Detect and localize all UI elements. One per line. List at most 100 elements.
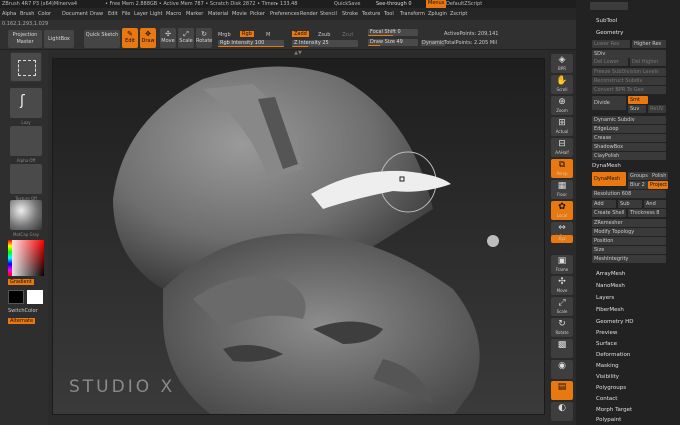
- divide-button[interactable]: Divide: [592, 96, 626, 110]
- color-picker-square[interactable]: [8, 240, 44, 276]
- polygroups-header[interactable]: Polygroups: [596, 385, 626, 391]
- size-header[interactable]: Size: [592, 246, 666, 254]
- menu-render[interactable]: Render: [300, 11, 318, 17]
- deformation-header[interactable]: Deformation: [596, 352, 630, 358]
- default-zscript-button[interactable]: DefaultZScript: [446, 1, 482, 7]
- menu-material[interactable]: Material: [208, 11, 228, 17]
- dock-floor[interactable]: ▦ Floor: [551, 180, 573, 199]
- subtool-header[interactable]: SubTool: [596, 18, 617, 24]
- modify-topology-header[interactable]: Modify Topology: [592, 228, 666, 236]
- stroke-slot[interactable]: ʃ Lazy: [10, 88, 42, 125]
- brush-slot[interactable]: [10, 52, 42, 82]
- move-button[interactable]: ✣ Move: [160, 28, 176, 48]
- projection-master-button[interactable]: Projection Master: [8, 30, 42, 48]
- zcut-button[interactable]: Zcut: [342, 32, 353, 38]
- preview-header[interactable]: Preview: [596, 330, 617, 336]
- resolution-slider[interactable]: Resolution 608: [592, 190, 666, 198]
- smt-toggle[interactable]: Smt: [628, 96, 648, 104]
- edit-button[interactable]: ✎ Edit: [122, 28, 138, 48]
- dynamesh-header[interactable]: DynaMesh: [592, 163, 621, 169]
- dock-frame[interactable]: ▣ Frame: [551, 255, 573, 274]
- masking-header[interactable]: Masking: [596, 363, 619, 369]
- geometry-hd-header[interactable]: Geometry HD: [596, 319, 634, 325]
- create-shell-button[interactable]: Create Shell: [592, 209, 626, 217]
- quicksave-button[interactable]: QuickSave: [334, 1, 360, 7]
- rgb-button[interactable]: Rgb: [240, 31, 254, 37]
- switch-color-button[interactable]: SwitchColor: [8, 308, 38, 314]
- material-slot[interactable]: MatCap Gray: [10, 200, 42, 237]
- dock-transp[interactable]: ▤: [551, 381, 573, 400]
- claypolish-header[interactable]: ClayPolish: [592, 152, 666, 160]
- reuv-button[interactable]: ReUV: [648, 105, 666, 113]
- menu-movie[interactable]: Movie: [232, 11, 247, 17]
- groups-toggle[interactable]: Groups: [628, 172, 650, 180]
- dock-local[interactable]: ✿ Local: [551, 201, 573, 220]
- dock-aahalf[interactable]: ⊟ AAHalf: [551, 138, 573, 157]
- edgeloop-header[interactable]: EdgeLoop: [592, 125, 666, 133]
- menu-zplugin[interactable]: Zplugin: [428, 11, 447, 17]
- alpha-slot[interactable]: Alpha Off: [10, 126, 42, 163]
- zsub-button[interactable]: Zsub: [318, 32, 330, 38]
- crease-header[interactable]: Crease: [592, 134, 666, 142]
- menu-tool[interactable]: Tool: [384, 11, 394, 17]
- dynamic-subdiv-header[interactable]: Dynamic Subdiv: [592, 116, 666, 124]
- dock-solo[interactable]: ◉: [551, 360, 573, 379]
- visibility-header[interactable]: Visibility: [596, 374, 619, 380]
- position-header[interactable]: Position: [592, 237, 666, 245]
- geometry-header[interactable]: Geometry: [596, 30, 623, 36]
- polish-toggle[interactable]: Polish: [650, 172, 668, 180]
- mesh-integrity-header[interactable]: MeshIntegrity: [592, 255, 666, 263]
- suv-toggle[interactable]: Suv: [628, 105, 646, 113]
- z-intensity-slider[interactable]: Z Intensity 25: [292, 40, 358, 47]
- nanomesh-header[interactable]: NanoMesh: [596, 283, 625, 289]
- thickness-slider[interactable]: Thickness 8: [628, 209, 666, 217]
- draw-button[interactable]: ✥ Draw: [140, 28, 156, 48]
- dock-bpr[interactable]: ◈ BPR: [551, 54, 573, 73]
- arraymesh-header[interactable]: ArrayMesh: [596, 271, 625, 277]
- polypaint-header[interactable]: Polypaint: [596, 417, 621, 423]
- menu-preferences[interactable]: Preferences: [270, 11, 299, 17]
- project-toggle[interactable]: Project: [648, 181, 668, 189]
- dock-zoom[interactable]: ⊕ Zoom: [551, 96, 573, 115]
- dock-rotate[interactable]: ↻ Rotate: [551, 318, 573, 337]
- and-button[interactable]: And: [644, 200, 666, 208]
- sub-button[interactable]: Sub: [618, 200, 642, 208]
- rotate-button[interactable]: ↻ Rotate: [196, 28, 212, 48]
- sculpt-model[interactable]: [53, 59, 545, 415]
- subtool-thumbnail[interactable]: SubTool: [590, 2, 628, 10]
- zadd-button[interactable]: Zadd: [292, 31, 309, 37]
- menu-edit[interactable]: Edit: [108, 11, 118, 17]
- fibermesh-header[interactable]: FiberMesh: [596, 307, 624, 313]
- dynamesh-button[interactable]: DynaMesh: [592, 172, 626, 186]
- dock-ghost[interactable]: ◐: [551, 402, 573, 421]
- dock-scroll[interactable]: ✋ Scroll: [551, 75, 573, 94]
- menu-light[interactable]: Light: [150, 11, 162, 17]
- menu-stencil[interactable]: Stencil: [320, 11, 337, 17]
- freeze-subdiv-button[interactable]: Freeze SubDivision Levels: [592, 68, 666, 76]
- menu-stroke[interactable]: Stroke: [342, 11, 358, 17]
- alternate-button[interactable]: Alternate: [8, 318, 36, 324]
- lower-res-button[interactable]: Lower Res: [592, 40, 630, 48]
- morph-target-header[interactable]: Morph Target: [596, 407, 632, 413]
- del-higher-button[interactable]: Del Higher: [630, 58, 666, 66]
- secondary-color-swatch[interactable]: [27, 290, 43, 304]
- rgb-intensity-slider[interactable]: Rgb Intensity 100: [218, 40, 284, 47]
- texture-slot[interactable]: Texture Off: [10, 164, 42, 201]
- menu-macro[interactable]: Macro: [166, 11, 181, 17]
- focal-shift-slider[interactable]: Focal Shift 0: [368, 29, 418, 36]
- menu-transform[interactable]: Transform: [400, 11, 425, 17]
- menu-draw[interactable]: Draw: [90, 11, 103, 17]
- menu-marker[interactable]: Marker: [186, 11, 203, 17]
- dock-actual[interactable]: ⊞ Actual: [551, 117, 573, 136]
- scale-button[interactable]: ⤢ Scale: [178, 28, 194, 48]
- del-lower-button[interactable]: Del Lower: [592, 58, 628, 66]
- see-through-slider[interactable]: See-through 0: [376, 1, 412, 7]
- m-button[interactable]: M: [266, 32, 270, 38]
- mrgb-button[interactable]: Mrgb: [218, 32, 231, 38]
- contact-header[interactable]: Contact: [596, 396, 617, 402]
- menus-button[interactable]: Menus: [426, 0, 447, 8]
- gradient-button[interactable]: Gradient: [8, 279, 34, 285]
- add-button[interactable]: Add: [592, 200, 616, 208]
- surface-header[interactable]: Surface: [596, 341, 617, 347]
- sdiv-slider[interactable]: SDiv: [592, 50, 666, 58]
